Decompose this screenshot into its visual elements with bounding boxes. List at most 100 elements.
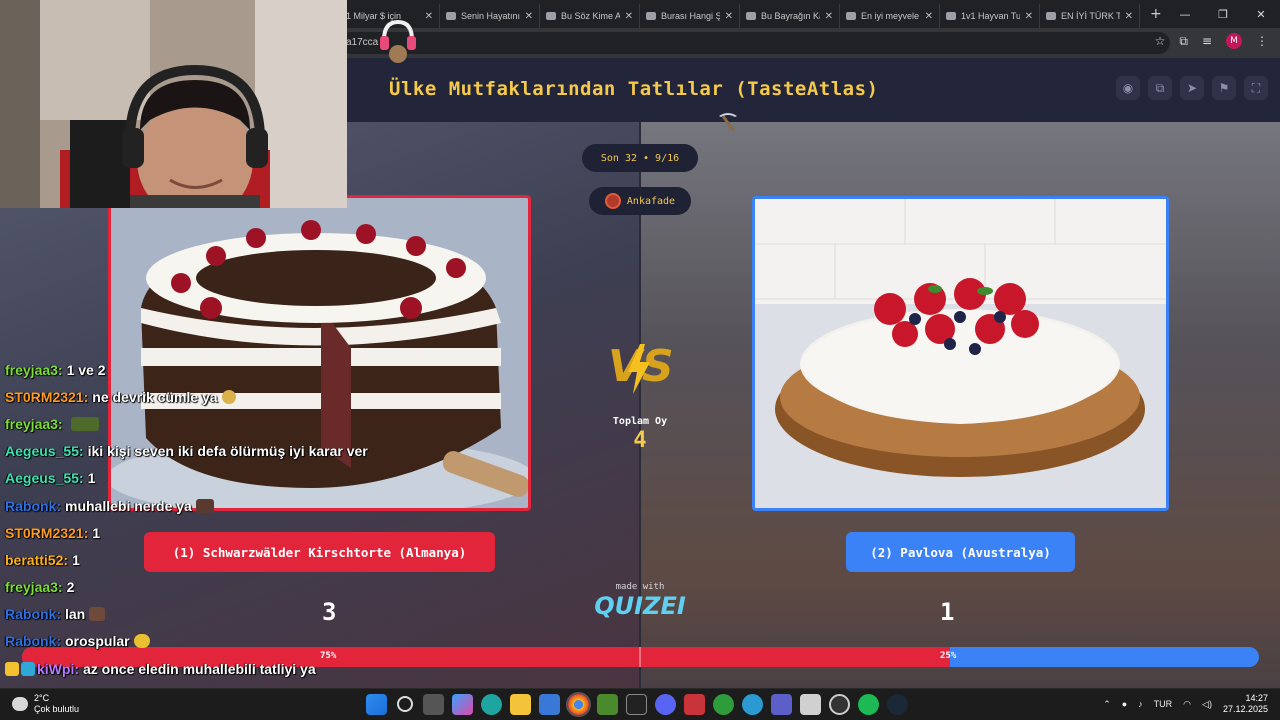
chat-message: ST0RM2321: ne devrik cümle ya xyxy=(5,383,385,410)
chat-username: Aegeus_55: xyxy=(5,470,84,487)
clock[interactable]: 14:27 27.12.2025 xyxy=(1223,693,1268,715)
chat-message: freyjaa3: 1 ve 2 xyxy=(5,356,385,383)
wifi-icon[interactable]: ◠ xyxy=(1183,699,1191,710)
flag-icon[interactable]: ⚑ xyxy=(1212,76,1236,100)
close-icon[interactable]: ✕ xyxy=(525,11,533,22)
language-indicator[interactable]: TUR xyxy=(1154,699,1173,709)
weather-widget[interactable]: 2°C Çok bulutlu xyxy=(12,693,79,715)
file-explorer-icon[interactable] xyxy=(510,694,531,715)
chevron-up-icon[interactable]: ⌃ xyxy=(1103,699,1111,710)
browser-tab[interactable]: EN İYİ TÜRK TA ✕ xyxy=(1040,4,1140,28)
chrome-browser-icon[interactable] xyxy=(566,692,591,717)
address-bar[interactable]: a17cca xyxy=(340,32,1170,54)
share-icon[interactable]: ➤ xyxy=(1180,76,1204,100)
microsoft-store-icon[interactable] xyxy=(539,694,560,715)
discord-icon[interactable] xyxy=(655,694,676,715)
close-icon[interactable]: ✕ xyxy=(1025,11,1033,22)
chat-username: kiWpi: xyxy=(37,660,79,677)
headphones-sticker-icon xyxy=(380,20,416,63)
new-tab-button[interactable]: + xyxy=(1150,6,1166,22)
game-app-icon[interactable] xyxy=(684,694,705,715)
emote-icon xyxy=(221,389,236,404)
browser-tab[interactable]: Senin Hayatını ✕ xyxy=(440,4,540,28)
chat-text: 1 xyxy=(87,470,96,487)
browser-tools: ☆ ⧉ ≡ M ⋮ xyxy=(1155,33,1268,49)
progress-midpoint xyxy=(639,647,641,667)
weather-text: 2°C Çok bulutlu xyxy=(34,693,79,715)
microphone-icon[interactable]: ♪ xyxy=(1138,699,1143,709)
xbox-icon[interactable] xyxy=(713,694,734,715)
close-icon[interactable]: ✕ xyxy=(725,11,733,22)
close-icon[interactable]: ✕ xyxy=(425,11,433,22)
edge-browser-icon[interactable] xyxy=(481,694,502,715)
option-b-image[interactable] xyxy=(752,196,1169,511)
page-icon xyxy=(1046,12,1056,20)
creator-badge[interactable]: Ankafade xyxy=(589,187,691,215)
emote-icon xyxy=(133,634,150,649)
extensions-icon[interactable]: ⧉ xyxy=(1179,34,1188,49)
clock-time: 14:27 xyxy=(1245,693,1268,703)
pickaxe-cursor-icon xyxy=(719,113,737,132)
close-window-icon[interactable]: ✕ xyxy=(1242,0,1280,28)
volume-icon[interactable]: ◁) xyxy=(1202,699,1212,710)
option-b-percent: 25% xyxy=(940,651,957,661)
browser-tab[interactable]: Burası Hangi Ş ✕ xyxy=(640,4,740,28)
chat-text: az once eledin muhallebili tatliyi ya xyxy=(83,660,316,677)
restore-icon[interactable]: ❐ xyxy=(1204,0,1242,28)
chat-text: muhallebi nerde ya xyxy=(65,497,192,514)
steam-icon[interactable] xyxy=(887,694,908,715)
streamer-webcam-feed xyxy=(0,0,347,208)
page-icon xyxy=(446,12,456,20)
pavlova-image xyxy=(755,199,1166,508)
task-view-icon[interactable] xyxy=(423,694,444,715)
network-app-icon[interactable]: ● xyxy=(1122,699,1127,709)
close-icon[interactable]: ✕ xyxy=(825,11,833,22)
reading-list-icon[interactable]: ≡ xyxy=(1202,34,1212,48)
total-votes-label: Toplam Oy xyxy=(612,416,668,427)
spotify-icon[interactable] xyxy=(858,694,879,715)
creator-name: Ankafade xyxy=(626,195,676,207)
crown-badge-icon xyxy=(5,661,19,676)
windows-taskbar: 2°C Çok bulutlu ⌃ ● ♪ TUR ◠ ◁) 14:27 27.… xyxy=(0,688,1280,720)
stream-chat: freyjaa3: 1 ve 2 ST0RM2321: ne devrik cüml… xyxy=(5,356,385,682)
chat-text: 1 xyxy=(92,524,101,541)
browser-tab[interactable]: 1v1 Hayvan Tu ✕ xyxy=(940,4,1040,28)
clock-date: 27.12.2025 xyxy=(1222,704,1268,714)
obs-icon[interactable] xyxy=(829,694,850,715)
close-icon[interactable]: ✕ xyxy=(1125,11,1133,22)
option-b-button[interactable]: (2) Pavlova (Avustralya) xyxy=(846,532,1075,572)
eye-icon[interactable]: ◉ xyxy=(1116,76,1140,100)
profile-avatar[interactable]: M xyxy=(1226,33,1242,49)
search-icon[interactable] xyxy=(397,696,413,712)
start-windows-icon[interactable] xyxy=(366,694,387,715)
chat-username: ST0RM2321: xyxy=(5,524,89,541)
header-actions: ◉ ⧉ ➤ ⚑ ⛶ xyxy=(1116,76,1268,100)
copilot-icon[interactable] xyxy=(452,694,473,715)
weather-temp: 2°C xyxy=(34,693,50,703)
tab-title: Bu Bayrağın Ka xyxy=(761,11,820,21)
minimize-icon[interactable]: — xyxy=(1166,0,1204,28)
quiz-title: Ülke Mutfaklarından Tatlılar (TasteAtlas… xyxy=(389,78,879,100)
chat-text: lan xyxy=(65,606,86,623)
notepad-icon[interactable] xyxy=(800,694,821,715)
menu-kebab-icon[interactable]: ⋮ xyxy=(1256,34,1268,48)
close-icon[interactable]: ✕ xyxy=(625,11,633,22)
tab-title: Burası Hangi Ş xyxy=(661,11,720,21)
chat-username: Rabonk: xyxy=(5,633,61,650)
chat-message: Rabonk: lan xyxy=(5,601,385,628)
browser-tab[interactable]: Bu Bayrağın Ka ✕ xyxy=(740,4,840,28)
copy-icon[interactable]: ⧉ xyxy=(1148,76,1172,100)
settings-app-icon[interactable] xyxy=(742,694,763,715)
bookmark-star-icon[interactable]: ☆ xyxy=(1155,34,1166,48)
browser-tab[interactable]: Bu Söz Kime A ✕ xyxy=(540,4,640,28)
capcut-icon[interactable] xyxy=(626,694,647,715)
browser-tab[interactable]: En iyi meyvele ✕ xyxy=(840,4,940,28)
minecraft-icon[interactable] xyxy=(597,694,618,715)
made-with-label: made with xyxy=(615,582,665,592)
close-icon[interactable]: ✕ xyxy=(925,11,933,22)
brand-logo[interactable]: QUIZEI xyxy=(590,592,690,620)
chat-username: freyjaa3: xyxy=(5,579,63,596)
teams-icon[interactable] xyxy=(771,694,792,715)
fullscreen-icon[interactable]: ⛶ xyxy=(1244,76,1268,100)
screen: 1 Milyar $ için ✕ Senin Hayatını ✕ Bu Söz … xyxy=(0,0,1280,720)
